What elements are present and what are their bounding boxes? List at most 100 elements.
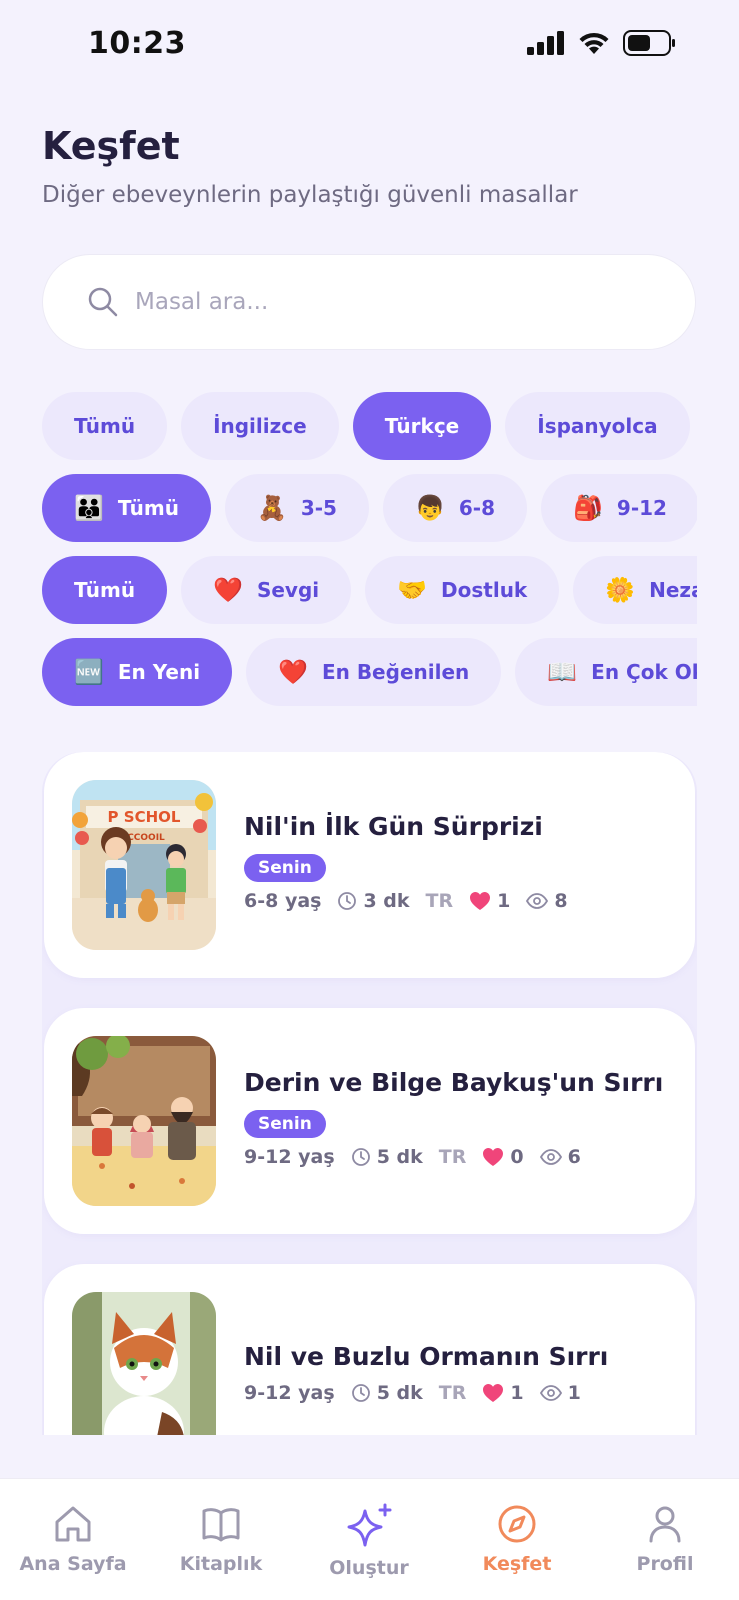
filter-theme-love[interactable]: ❤️ Sevgi [181,556,352,624]
filter-language-all[interactable]: Tümü [42,392,168,460]
family-icon: 👪 [74,494,104,522]
heart-icon[interactable] [482,1383,504,1403]
tab-profile[interactable]: Profil [600,1503,730,1575]
sort-most-read[interactable]: 📖 En Çok Okunan [515,638,697,706]
age-range: 6-8 yaş [244,890,322,912]
svg-text:P SCHOL: P SCHOL [108,808,181,826]
chip-label: En Çok Okunan [591,660,697,684]
bottom-tab-bar: Ana Sayfa Kitaplık Oluştur Keşfet Profil [0,1478,739,1600]
age-filter-row: 👪 Tümü 🧸 3-5 👦 6-8 🎒 9-12 [42,474,697,544]
wifi-icon [579,32,609,54]
page-header: Keşfet Diğer ebeveynlerin paylaştığı güv… [42,124,578,208]
chip-label: Türkçe [384,414,460,438]
sort-newest[interactable]: 🆕 En Yeni [42,638,233,706]
status-time: 10:23 [88,26,186,61]
chip-label: Nezaket [649,578,697,602]
filter-age-9-12[interactable]: 🎒 9-12 [541,474,697,542]
story-cover-image: P SCHOL CCOOIL [72,780,216,950]
story-cover-image [72,1036,216,1206]
story-list: P SCHOL CCOOIL Nil'in İlk Gün Sürprizi S… [42,752,697,1435]
language-code: TR [438,1382,467,1404]
filter-language-turkish[interactable]: Türkçe [352,392,492,460]
tab-library[interactable]: Kitaplık [156,1503,286,1575]
filter-theme-kindness[interactable]: 🌼 Nezaket [573,556,697,624]
filter-age-3-5[interactable]: 🧸 3-5 [224,474,369,542]
language-code: TR [438,1146,467,1168]
owner-badge: Senin [244,854,326,882]
chip-label: En Beğenilen [321,660,470,684]
cellular-signal-icon [527,31,564,55]
home-icon [55,1506,91,1542]
filter-age-6-8[interactable]: 👦 6-8 [382,474,528,542]
filter-language-english[interactable]: İngilizce [181,392,339,460]
tab-explore[interactable]: Keşfet [452,1503,582,1575]
story-meta: 9-12 yaş 5 dk TR 1 1 [244,1382,581,1404]
story-title: Nil'in İlk Gün Sürprizi [244,812,543,841]
page-subtitle: Diğer ebeveynlerin paylaştığı güvenli ma… [42,182,578,208]
tab-label: Kitaplık [179,1553,263,1575]
chip-label: İspanyolca [537,414,658,438]
like-count: 1 [510,1382,524,1404]
chip-label: 6-8 [458,496,496,520]
search-bar[interactable] [42,254,696,350]
tab-label: Ana Sayfa [19,1553,127,1575]
story-cover-image [72,1292,216,1435]
chip-label: En Yeni [117,660,201,684]
view-count: 1 [567,1382,581,1404]
age-range: 9-12 yaş [244,1382,335,1404]
chip-label: 9-12 [616,496,667,520]
chip-label: 3-5 [300,496,337,520]
heart-icon: ❤️ [213,576,243,604]
duration: 5 dk [376,1146,423,1168]
tab-create[interactable]: Oluştur [304,1503,434,1579]
chip-label: Dostluk [441,578,528,602]
clock-icon [338,892,357,910]
open-book-icon: 📖 [547,658,578,686]
eye-icon [539,1149,562,1165]
filter-age-all[interactable]: 👪 Tümü [42,474,211,542]
eye-icon [539,1385,562,1401]
chip-label: Sevgi [256,578,320,602]
backpack-icon: 🎒 [573,494,603,522]
status-bar: 10:23 [0,0,739,90]
like-count: 1 [497,890,511,912]
story-meta: 9-12 yaş 5 dk TR 0 6 [244,1146,581,1168]
heart-icon[interactable] [469,891,491,911]
theme-filter-row: Tümü ❤️ Sevgi 🤝 Dostluk 🌼 Nezaket [42,556,697,626]
search-icon [88,287,118,317]
language-code: TR [425,890,454,912]
child-icon: 👦 [414,494,445,522]
teddy-bear-icon: 🧸 [256,494,287,522]
age-range: 9-12 yaş [244,1146,335,1168]
story-card[interactable]: Nil ve Buzlu Ormanın Sırrı 9-12 yaş 5 dk… [44,1264,695,1435]
sparkle-icon [347,1503,392,1547]
story-title: Nil ve Buzlu Ormanın Sırrı [244,1342,609,1371]
tab-home[interactable]: Ana Sayfa [8,1503,138,1575]
page-title: Keşfet [42,124,180,168]
chip-label: Tümü [117,496,179,520]
book-icon [202,1508,240,1542]
like-count: 0 [510,1146,524,1168]
heart-icon: ❤️ [278,658,308,686]
duration: 5 dk [376,1382,423,1404]
filter-theme-all[interactable]: Tümü [42,556,168,624]
filter-language-spanish[interactable]: İspanyolca [505,392,690,460]
filter-theme-friendship[interactable]: 🤝 Dostluk [365,556,560,624]
chip-label: Tümü [74,578,136,602]
eye-icon [526,893,549,909]
chip-label: Tümü [74,414,136,438]
status-icons [527,30,677,56]
heart-icon[interactable] [482,1147,504,1167]
sort-most-liked[interactable]: ❤️ En Beğenilen [246,638,502,706]
handshake-icon: 🤝 [397,576,428,604]
tab-label: Profil [636,1553,694,1575]
duration: 3 dk [363,890,410,912]
flower-icon: 🌼 [605,576,636,604]
story-card[interactable]: Derin ve Bilge Baykuş'un Sırrı Senin 9-1… [44,1008,695,1234]
view-count: 8 [554,890,568,912]
search-input[interactable] [135,289,635,315]
sort-filter-row: 🆕 En Yeni ❤️ En Beğenilen 📖 En Çok Okunan [42,638,697,708]
svg-text:CCOOIL: CCOOIL [127,833,165,843]
story-card[interactable]: P SCHOL CCOOIL Nil'in İlk Gün Sürprizi S… [44,752,695,978]
clock-icon [351,1384,370,1402]
